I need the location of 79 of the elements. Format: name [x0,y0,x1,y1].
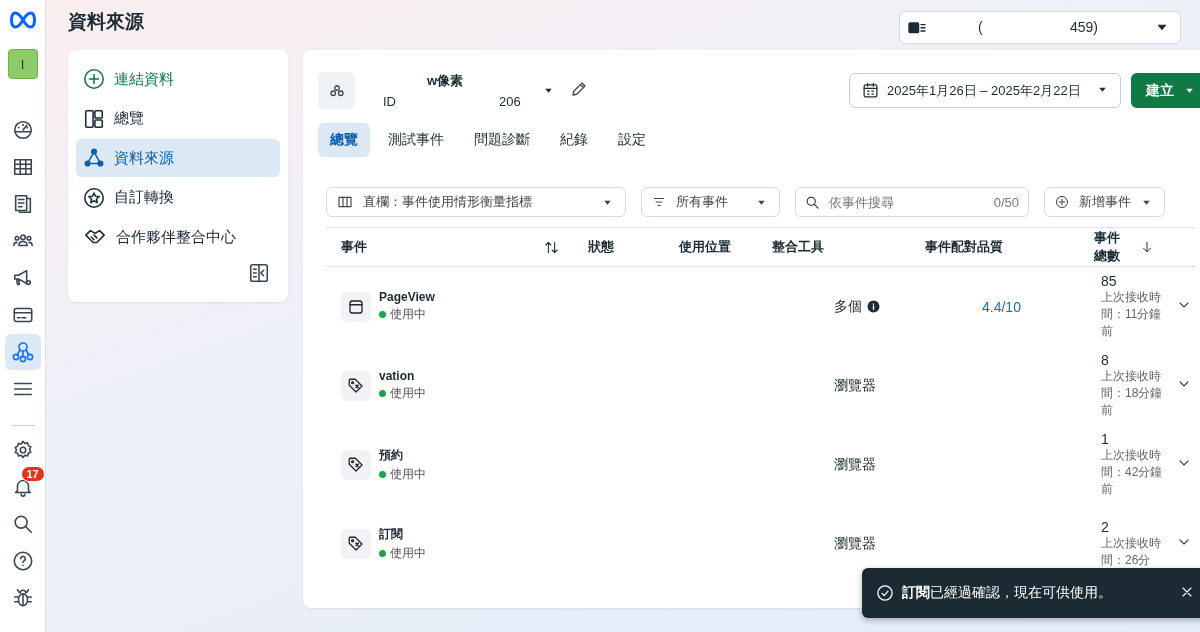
sort-icon [544,239,559,255]
layout-icon [83,107,105,130]
side-menu-item[interactable]: 自訂轉換 [76,178,280,217]
event-status: 使用中 [390,544,426,562]
event-count: 85 [1101,273,1118,289]
account-avatar[interactable]: I [7,49,38,79]
event-name: PageView [379,290,435,304]
integration-text: 瀏覽器 [834,455,876,474]
account-icon [906,19,928,35]
tab[interactable]: 設定 [606,123,658,157]
column-header: 整合工具 [772,238,824,256]
tab[interactable]: 紀錄 [548,123,600,157]
last-received-text: 上次接收時間：42分鐘前 [1101,447,1164,498]
events-dropdown[interactable]: 所有事件 [641,187,780,217]
event-status: 使用中 [390,306,426,323]
bug-icon [11,587,34,609]
id-label: ID [383,94,396,109]
collapse-panel-icon [248,262,270,284]
columns-dropdown[interactable]: 直欄：事件使用情形衡量指標 [326,187,626,217]
star-circle-icon [83,186,105,209]
side-menu-item[interactable]: 連結資料 [76,60,280,98]
column-header: 事件總數 [1094,229,1121,265]
notification-badge: 17 [20,466,45,482]
plus-circle-icon [1055,194,1069,210]
event-count: 1 [1101,431,1110,447]
infinity-logo-icon[interactable] [9,11,36,29]
data-source-icon [10,340,35,364]
integration-text: 瀏覽器 [834,534,876,553]
column-header: 事件 [341,238,367,256]
sort-down-icon [1140,240,1154,254]
window-icon [347,297,365,316]
event-count: 8 [1101,352,1110,368]
tag-icon [347,534,365,553]
help-icon [11,550,34,572]
settings-icon [11,439,34,461]
triangle-nodes-icon [83,147,105,169]
edit-icon [570,80,588,98]
add-event-button[interactable]: 新增事件 [1044,187,1165,217]
match-quality-link[interactable]: 4.4/10 [982,298,1021,315]
account-selector[interactable]: ( 459) [899,10,1181,44]
event-count: 2 [1101,518,1110,535]
dataset-id: 206 [499,94,521,109]
event-status: 使用中 [390,465,426,483]
date-range-picker[interactable]: 2025年1月26日 – 2025年2月22日 [849,73,1121,108]
columns-icon [337,194,353,210]
integration-text: 多個 [834,297,862,316]
check-circle-icon [876,584,894,602]
event-name: vation [379,369,416,383]
event-status: 使用中 [390,385,426,402]
filter-icon [652,195,666,209]
tab[interactable]: 總覽 [318,123,370,157]
event-name: 預約 [379,446,404,464]
page-title: 資料來源 [68,11,144,32]
toast-message: 訂閱已經過確認，現在可供使用。 [902,584,1112,602]
tab[interactable]: 測試事件 [376,123,456,157]
create-button[interactable]: 建立 [1131,73,1200,108]
last-received-text: 上次接收時間：18分鐘前 [1101,368,1164,419]
event-name: 訂閱 [379,525,404,543]
side-menu-item[interactable]: 資料來源 [76,139,280,177]
table-icon [11,156,34,178]
last-received-text: 上次接收時間：11分鐘前 [1101,289,1163,340]
plus-circle-icon [83,68,105,90]
search-icon [805,195,820,210]
column-header: 使用位置 [679,238,731,256]
integration-text: 瀏覽器 [834,376,876,395]
tag-icon [347,455,365,474]
character-counter: 0/50 [993,195,1019,210]
rail-item[interactable] [4,334,41,370]
side-menu-item[interactable]: 總覽 [76,99,280,138]
tab[interactable]: 問題診斷 [462,123,542,157]
search-icon [11,513,34,535]
dataset-name: w像素 [426,72,465,90]
last-received-text: 上次接收時間：26分 [1101,534,1162,569]
side-menu-item[interactable]: 合作夥伴整合中心 [76,218,280,256]
gauge-icon [11,119,34,141]
column-header: 狀態 [588,238,614,256]
column-header: 事件配對品質 [925,238,1003,256]
tag-icon [347,376,365,395]
calendar-icon [862,82,879,99]
